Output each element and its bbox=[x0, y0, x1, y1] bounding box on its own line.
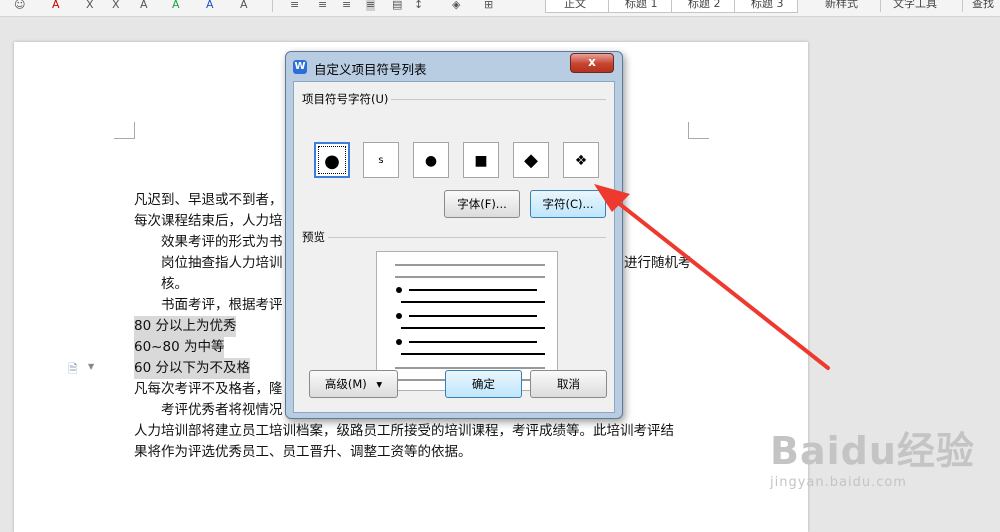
baidu-watermark: Baidu经验 jingyan.baidu.com bbox=[770, 420, 975, 490]
watermark-logo: Baidu经验 bbox=[770, 429, 975, 473]
watermark-url: jingyan.baidu.com bbox=[770, 475, 907, 490]
arrow-shaft bbox=[610, 196, 830, 370]
